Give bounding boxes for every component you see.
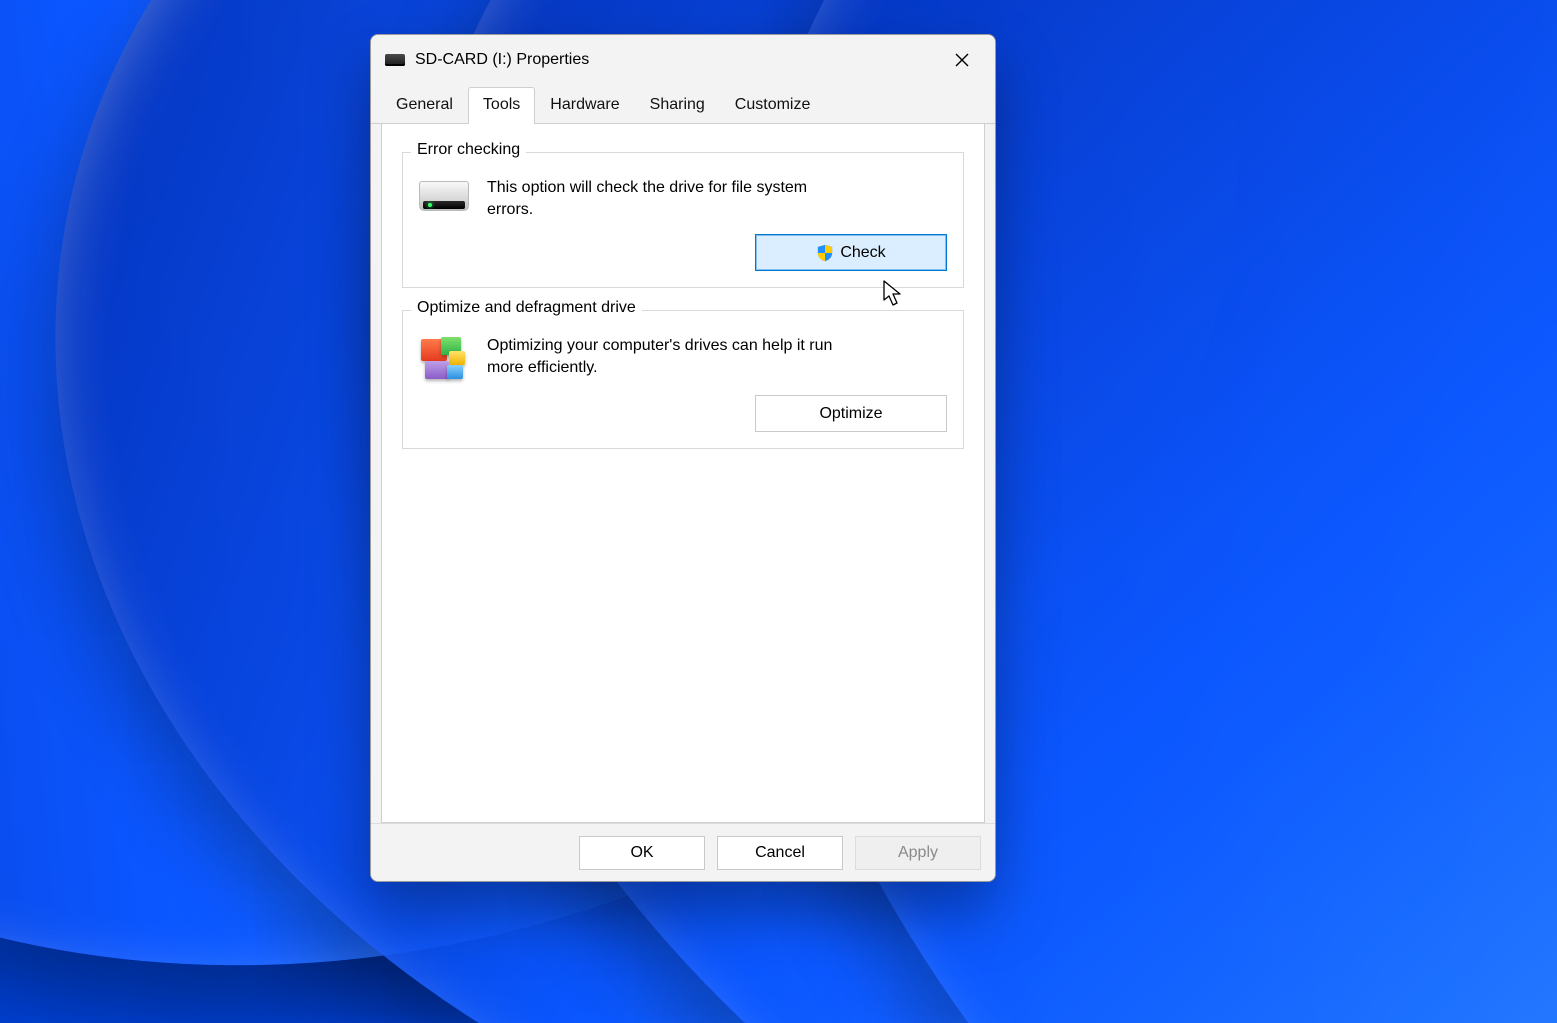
tabstrip: General Tools Hardware Sharing Customize [371,87,995,124]
defrag-icon [419,337,469,381]
error-checking-legend: Error checking [411,141,526,159]
tab-sharing[interactable]: Sharing [635,87,720,124]
optimize-legend: Optimize and defragment drive [411,299,642,317]
dialog-action-bar: OK Cancel Apply [371,823,995,881]
properties-dialog: SD-CARD (I:) Properties General Tools Ha… [370,34,996,882]
error-checking-text: This option will check the drive for fil… [487,177,847,220]
window-title: SD-CARD (I:) Properties [415,51,589,69]
uac-shield-icon [816,244,834,262]
optimize-button-label: Optimize [819,405,882,423]
tab-customize[interactable]: Customize [720,87,826,124]
tab-general[interactable]: General [381,87,468,124]
tab-hardware[interactable]: Hardware [535,87,634,124]
tab-body: Error checking This option will check th… [381,124,985,823]
cancel-button[interactable]: Cancel [717,836,843,870]
close-icon [954,52,970,68]
optimize-group: Optimize and defragment drive Optimizing… [402,310,964,449]
check-button-label: Check [840,244,885,262]
error-checking-group: Error checking This option will check th… [402,152,964,288]
apply-button: Apply [855,836,981,870]
drive-icon [419,181,469,211]
drive-small-icon [385,54,405,66]
close-button[interactable] [939,40,985,80]
optimize-button[interactable]: Optimize [755,395,947,432]
optimize-text: Optimizing your computer's drives can he… [487,335,847,378]
titlebar[interactable]: SD-CARD (I:) Properties [371,35,995,85]
check-button[interactable]: Check [755,234,947,271]
ok-button[interactable]: OK [579,836,705,870]
tab-tools[interactable]: Tools [468,87,535,124]
